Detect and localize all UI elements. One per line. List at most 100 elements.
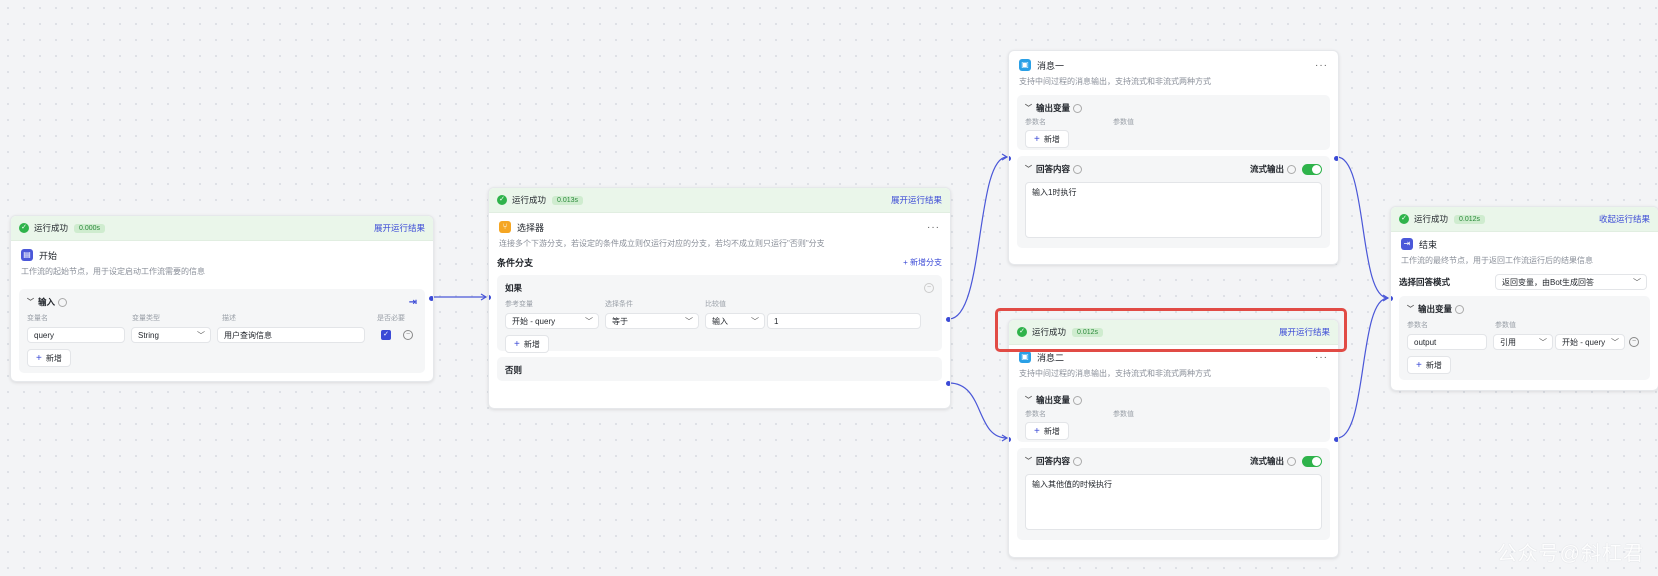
chevron-down-icon: ﹀ (1611, 338, 1619, 347)
compare-value: 1 (774, 317, 779, 326)
node-title: 开始 (39, 250, 58, 261)
node-description: 支持中间过程的消息输出，支持流式和非流式两种方式 (1019, 77, 1211, 86)
chevron-down-icon[interactable]: ﹀ (1025, 395, 1032, 405)
col-param-name: 参数名 (1025, 411, 1046, 418)
status-text: 运行成功 (1414, 214, 1449, 224)
chevron-down-icon[interactable]: ﹀ (27, 297, 34, 307)
ref-type-value: 引用 (1500, 338, 1516, 347)
ref-type-select[interactable]: 引用 ﹀ (1493, 334, 1553, 350)
answer-content: 输入其他值的时候执行 (1032, 480, 1112, 489)
answer-content-input[interactable]: 输入其他值的时候执行 (1025, 474, 1322, 530)
more-icon[interactable]: ··· (1315, 60, 1328, 71)
start-node[interactable]: ✓ 运行成功 0.000s 展开运行结果 ▤ 开始 工作流的起始节点，用于设定启… (10, 215, 434, 382)
success-check-icon: ✓ (1399, 214, 1409, 224)
run-time-badge: 0.000s (74, 223, 106, 233)
chevron-down-icon[interactable]: ﹀ (1025, 456, 1032, 466)
chevron-down-icon[interactable]: ﹀ (1025, 164, 1032, 174)
answer-content-input[interactable]: 输入1时执行 (1025, 182, 1322, 238)
expand-result-link[interactable]: 展开运行结果 (374, 222, 425, 234)
import-icon[interactable]: ⇥ (409, 297, 417, 308)
plus-icon: + (514, 338, 520, 350)
condition-select[interactable]: 等于 ﹀ (605, 313, 699, 329)
node-description: 工作流的最终节点，用于返回工作流运行后的结果信息 (1401, 256, 1593, 265)
chevron-down-icon: ﹀ (1539, 338, 1547, 347)
output-vars-section: ﹀ 输出变量 参数名 参数值 + 新增 (1017, 95, 1330, 150)
col-value: 比较值 (705, 301, 726, 308)
message-icon: ▣ (1019, 351, 1031, 363)
input-port[interactable] (1009, 437, 1011, 442)
run-time-badge: 0.012s (1454, 214, 1486, 224)
end-node[interactable]: ✓ 运行成功 0.012s 收起运行结果 ⇥ 结束 工作流的最终节点，用于返回工… (1390, 206, 1658, 391)
output-port[interactable] (1334, 156, 1338, 161)
message-one-node[interactable]: ▣ 消息一 ··· 支持中间过程的消息输出，支持流式和非流式两种方式 ﹀ 输出变量… (1008, 50, 1339, 265)
value-mode-select[interactable]: 输入 ﹀ (705, 313, 765, 329)
mode-value: 输入 (712, 317, 728, 326)
info-icon (1073, 164, 1083, 174)
ref-value-select[interactable]: 开始 - query ﹀ (1555, 334, 1625, 350)
input-section: ﹀ 输入 ⇥ 变量名 变量类型 描述 是否必要 query String ﹀ 用户… (19, 289, 425, 373)
selector-status-bar: ✓ 运行成功 0.013s 展开运行结果 (489, 188, 950, 213)
var-name-input[interactable]: query (27, 327, 125, 343)
chevron-down-icon[interactable]: ﹀ (1407, 304, 1414, 314)
col-var-type: 变量类型 (132, 315, 160, 322)
chevron-down-icon: ﹀ (685, 317, 693, 326)
answer-content: 输入1时执行 (1032, 188, 1077, 197)
more-icon[interactable]: ··· (1315, 352, 1328, 363)
required-checkbox[interactable]: ✓ (381, 330, 391, 340)
end-icon: ⇥ (1401, 238, 1413, 250)
stream-toggle[interactable] (1302, 455, 1322, 467)
expand-result-link[interactable]: 展开运行结果 (891, 194, 942, 206)
output-port[interactable] (1334, 437, 1338, 442)
success-check-icon: ✓ (19, 223, 29, 233)
more-icon[interactable]: ··· (927, 222, 940, 233)
message-two-node[interactable]: ✓ 运行成功 0.012s 展开运行结果 ▣ 消息二 ··· 支持中间过程的消息… (1008, 319, 1339, 558)
compare-value-input[interactable]: 1 (767, 313, 921, 329)
if-output-port[interactable] (946, 317, 950, 322)
info-icon (58, 297, 68, 307)
param-name-value: output (1414, 338, 1437, 347)
add-label: 新增 (1043, 426, 1060, 436)
run-time-badge: 0.013s (552, 195, 584, 205)
plus-icon: + (1034, 425, 1040, 437)
input-port[interactable] (1391, 296, 1393, 301)
branch-title: 条件分支 (497, 257, 534, 268)
input-port[interactable] (1009, 156, 1011, 161)
collapse-result-link[interactable]: 收起运行结果 (1599, 213, 1650, 225)
else-branch: 否则 (497, 357, 942, 381)
remove-icon[interactable]: − (1629, 337, 1639, 347)
input-port[interactable] (489, 295, 491, 300)
add-condition-button[interactable]: + 新增 (505, 335, 549, 353)
var-type-value: String (138, 331, 159, 340)
remove-icon[interactable]: − (924, 283, 934, 293)
add-output-button[interactable]: + 新增 (1025, 130, 1069, 148)
selector-node[interactable]: ✓ 运行成功 0.013s 展开运行结果 ⑂ 选择器 ··· 连接多个下游分支，… (488, 187, 951, 409)
message-icon: ▣ (1019, 59, 1031, 71)
success-check-icon: ✓ (497, 195, 507, 205)
output-port[interactable] (429, 296, 433, 301)
answer-mode-value: 返回变量，由Bot生成回答 (1502, 278, 1595, 287)
add-input-button[interactable]: + 新增 (27, 349, 71, 367)
chevron-down-icon: ﹀ (585, 317, 593, 326)
param-name-input[interactable]: output (1407, 334, 1487, 350)
stream-label: 流式输出 (1249, 456, 1284, 466)
add-output-button[interactable]: + 新增 (1025, 422, 1069, 440)
node-title: 消息一 (1037, 60, 1065, 71)
else-output-port[interactable] (946, 381, 950, 386)
var-desc-input[interactable]: 用户查询信息 (217, 327, 365, 343)
remove-icon[interactable]: − (403, 330, 413, 340)
ref-var-select[interactable]: 开始 - query ﹀ (505, 313, 599, 329)
stream-label: 流式输出 (1249, 164, 1284, 174)
col-required: 是否必要 (377, 315, 405, 322)
else-label: 否则 (505, 365, 523, 375)
stream-toggle[interactable] (1302, 163, 1322, 175)
chevron-down-icon[interactable]: ﹀ (1025, 103, 1032, 113)
node-title: 消息二 (1037, 352, 1065, 363)
var-type-select[interactable]: String ﹀ (131, 327, 211, 343)
add-output-button[interactable]: + 新增 (1407, 356, 1451, 374)
answer-mode-select[interactable]: 返回变量，由Bot生成回答 ﹀ (1495, 274, 1647, 290)
end-status-bar: ✓ 运行成功 0.012s 收起运行结果 (1391, 207, 1658, 232)
info-icon (1287, 164, 1296, 174)
section-title: 回答内容 (1036, 164, 1071, 174)
add-branch-button[interactable]: + 新增分支 (903, 257, 942, 268)
start-status-bar: ✓ 运行成功 0.000s 展开运行结果 (11, 216, 433, 241)
